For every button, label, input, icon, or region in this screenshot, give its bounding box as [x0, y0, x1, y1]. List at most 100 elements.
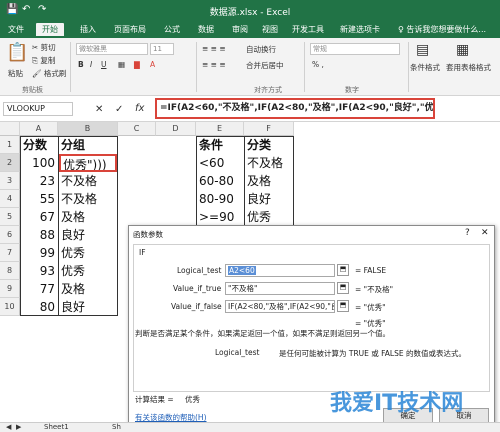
number-format-select[interactable]: 常规 [310, 43, 400, 55]
cell-e4[interactable]: 80-90 [197, 190, 244, 208]
cell-a3[interactable]: 23 [21, 172, 58, 190]
logical-test-input[interactable]: A2<60 [225, 264, 335, 277]
font-size-select[interactable]: 11 [150, 43, 174, 55]
cell-b10[interactable]: 良好 [59, 298, 117, 316]
cell-a2[interactable]: 100 [21, 154, 58, 172]
row-header-4[interactable]: 4 [0, 190, 20, 208]
prev-sheet-icon[interactable]: ◀ [6, 423, 11, 431]
paste-button[interactable]: 粘贴 [8, 68, 23, 79]
cell-b3[interactable]: 不及格 [59, 172, 117, 190]
cell-a6[interactable]: 88 [21, 226, 58, 244]
italic-icon[interactable]: I [90, 60, 92, 69]
tab-developer[interactable]: 开发工具 [292, 24, 324, 35]
font-name-select[interactable]: 微软雅黑 [76, 43, 148, 55]
col-header-c[interactable]: C [118, 122, 156, 136]
row-header-9[interactable]: 9 [0, 280, 20, 298]
cell-a1[interactable]: 分数 [21, 136, 58, 154]
table-format-icon[interactable]: ▦ [456, 42, 469, 58]
help-icon[interactable]: ? [465, 228, 470, 238]
row-header-8[interactable]: 8 [0, 262, 20, 280]
align-top-icon[interactable]: ≡ ≡ ≡ [202, 44, 226, 53]
value-if-true-input[interactable]: "不及格" [225, 282, 335, 295]
row-header-3[interactable]: 3 [0, 172, 20, 190]
value-if-false-result: = "优秀" [355, 303, 386, 312]
enter-icon[interactable]: ✓ [115, 104, 123, 115]
cell-b8[interactable]: 优秀 [59, 262, 117, 280]
col-header-d[interactable]: D [156, 122, 196, 136]
row-header-5[interactable]: 5 [0, 208, 20, 226]
formula-input[interactable]: =IF(A2<60,"不及格",IF(A2<80,"及格",IF(A2<90,"… [155, 98, 435, 119]
fill-color-icon[interactable]: ▇ [134, 60, 140, 69]
merge-center-button[interactable]: 合并后居中 [246, 60, 284, 71]
row-header-10[interactable]: 10 [0, 298, 20, 316]
row-header-1[interactable]: 1 [0, 136, 20, 154]
cell-b6[interactable]: 良好 [59, 226, 117, 244]
tab-new[interactable]: 新建选项卡 [340, 24, 380, 35]
cell-a8[interactable]: 93 [21, 262, 58, 280]
tab-formulas[interactable]: 公式 [164, 24, 180, 35]
tab-file[interactable]: 文件 [8, 24, 24, 35]
col-header-e[interactable]: E [196, 122, 244, 136]
name-box[interactable]: VLOOKUP [3, 102, 73, 116]
cell-f2[interactable]: 不及格 [245, 154, 293, 172]
format-painter-button[interactable]: 🖌 格式刷 [32, 68, 66, 79]
conditional-format-button[interactable]: 条件格式 [410, 62, 440, 73]
percent-icon[interactable]: % , [312, 60, 324, 69]
tab-review[interactable]: 审阅 [232, 24, 248, 35]
value-if-false-input[interactable]: IF(A2<80,"及格",IF(A2<90,"良好" [225, 300, 335, 313]
paste-icon[interactable]: 📋 [6, 42, 28, 63]
font-color-icon[interactable]: A [150, 60, 155, 69]
conditional-format-icon[interactable]: ▤ [416, 42, 429, 58]
cell-e1[interactable]: 条件 [197, 136, 244, 154]
next-sheet-icon[interactable]: ▶ [16, 423, 21, 431]
row-header-6[interactable]: 6 [0, 226, 20, 244]
wrap-text-button[interactable]: 自动换行 [246, 44, 276, 55]
cell-a10[interactable]: 80 [21, 298, 58, 316]
collapse-icon[interactable]: ⬒ [337, 264, 349, 276]
cell-a4[interactable]: 55 [21, 190, 58, 208]
table-format-button[interactable]: 套用表格格式 [446, 62, 496, 73]
tab-page-layout[interactable]: 页面布局 [114, 24, 146, 35]
copy-button[interactable]: ⎘ 复制 [32, 55, 55, 66]
cell-f4[interactable]: 良好 [245, 190, 293, 208]
cell-f5[interactable]: 优秀 [245, 208, 293, 226]
tab-view[interactable]: 视图 [262, 24, 278, 35]
border-icon[interactable]: ▦ [118, 60, 125, 69]
collapse-icon[interactable]: ⬒ [337, 282, 349, 294]
select-all[interactable] [0, 122, 20, 136]
close-icon[interactable]: ✕ [481, 228, 489, 238]
cell-a7[interactable]: 99 [21, 244, 58, 262]
cell-b7[interactable]: 优秀 [59, 244, 117, 262]
tab-data[interactable]: 数据 [198, 24, 214, 35]
cell-b4[interactable]: 不及格 [59, 190, 117, 208]
col-header-b[interactable]: B [58, 122, 118, 136]
cell-a9[interactable]: 77 [21, 280, 58, 298]
tell-me-search[interactable]: ♀ 告诉我您想要做什么... [398, 24, 486, 35]
col-header-f[interactable]: F [244, 122, 294, 136]
cell-b5[interactable]: 及格 [59, 208, 117, 226]
tab-insert[interactable]: 插入 [80, 24, 96, 35]
tab-home[interactable]: 开始 [36, 23, 64, 36]
cell-b9[interactable]: 及格 [59, 280, 117, 298]
col-header-a[interactable]: A [20, 122, 58, 136]
row-header-7[interactable]: 7 [0, 244, 20, 262]
cell-e2[interactable]: <60 [197, 154, 244, 172]
collapse-icon[interactable]: ⬒ [337, 300, 349, 312]
insert-function-icon[interactable]: fx [135, 103, 144, 114]
cell-b1[interactable]: 分组 [59, 136, 117, 154]
cell-e5[interactable]: >=90 [197, 208, 244, 226]
row-header-2[interactable]: 2 [0, 154, 20, 172]
brush-icon: 🖌 [32, 69, 44, 78]
align-left-icon[interactable]: ≡ ≡ ≡ [202, 60, 226, 69]
cell-f3[interactable]: 及格 [245, 172, 293, 190]
cell-f1[interactable]: 分类 [245, 136, 293, 154]
sheet-tab-sheet1[interactable]: Sheet1 [44, 423, 69, 431]
bold-icon[interactable]: B [78, 60, 84, 69]
cancel-icon[interactable]: ✕ [95, 104, 103, 115]
cell-b2-active[interactable]: 优秀"))) [59, 154, 117, 172]
cut-button[interactable]: ✂ 剪切 [32, 42, 56, 53]
underline-icon[interactable]: U [101, 60, 107, 69]
cell-e3[interactable]: 60-80 [197, 172, 244, 190]
sheet-tab-2[interactable]: Sh [112, 423, 121, 431]
cell-a5[interactable]: 67 [21, 208, 58, 226]
